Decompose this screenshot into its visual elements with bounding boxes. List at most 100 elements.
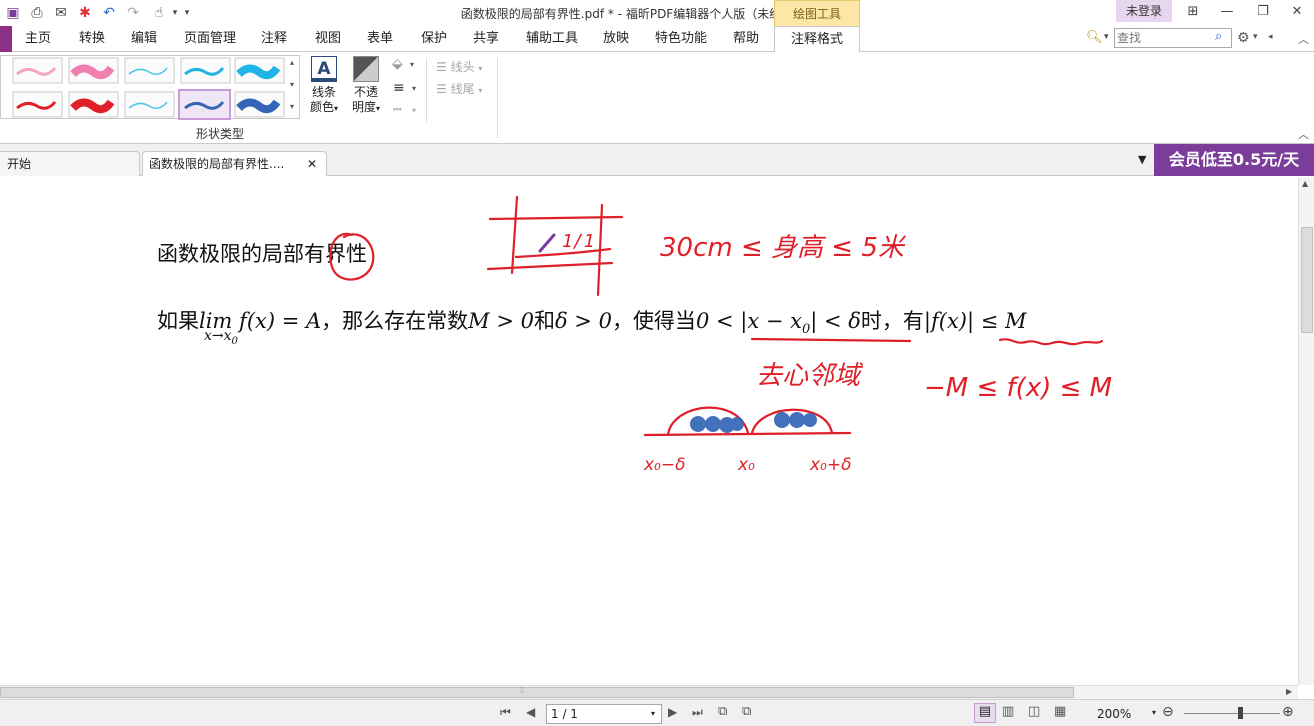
title-bar: ▣ ⎙ ✉ ✱ ↶ ↷ ☝ ▾ ▾ 函数极限的局部有界性.pdf * - 福昕P… <box>0 0 1314 26</box>
vertical-scroll-thumb[interactable] <box>1301 227 1313 333</box>
tab-view[interactable]: 视图 <box>306 26 350 52</box>
page-number-field[interactable]: 1 / 1 ▾ <box>546 704 662 724</box>
scroll-grip-icon: ⦙⦙ <box>520 686 525 696</box>
opacity-button[interactable]: 不透 明度▾ <box>346 56 386 116</box>
tab-page-management[interactable]: 页面管理 <box>176 26 244 52</box>
tab-slideshow[interactable]: 放映 <box>594 26 638 52</box>
zoom-slider-thumb[interactable] <box>1238 707 1243 719</box>
tab-current-document[interactable]: 函数极限的局部有界性.... ✕ <box>142 151 327 176</box>
ink-note-punctured-neighborhood: 去心邻域 <box>756 361 861 391</box>
swatch-red-thick[interactable] <box>68 91 119 118</box>
file-menu-button[interactable] <box>0 26 12 52</box>
tab-form[interactable]: 表单 <box>358 26 402 52</box>
restore-button[interactable]: ❐ <box>1250 2 1276 22</box>
next-page-icon[interactable]: ▶ <box>668 705 677 719</box>
tab-comment[interactable]: 注释 <box>252 26 296 52</box>
tab-annotation-format[interactable]: 注释格式 <box>774 26 860 53</box>
fill-color-dropdown-icon[interactable]: ▾ <box>410 60 414 69</box>
document-page[interactable]: 函数极限的局部有界性 如果lim f(x) = A，那么存在常数M > 0和δ … <box>0 177 1298 685</box>
zoom-in-icon[interactable]: ⊕ <box>1282 704 1294 720</box>
ink-annotations[interactable] <box>0 177 1298 685</box>
swatch-blue-thick[interactable] <box>234 91 285 118</box>
gallery-scroll-up-icon[interactable]: ▴ <box>290 58 294 67</box>
tab-list-dropdown-icon[interactable]: ▼ <box>1138 153 1146 166</box>
line-width-icon[interactable]: ≡ <box>393 80 405 96</box>
login-button[interactable]: 未登录 <box>1116 0 1172 22</box>
continuous-view-icon[interactable]: ▥ <box>1002 704 1014 719</box>
horizontal-scrollbar[interactable]: ⦙⦙ ▶ <box>0 685 1298 699</box>
facing-view-icon[interactable]: ◫ <box>1028 704 1040 719</box>
swatch-cyan-thin-2[interactable] <box>124 91 175 118</box>
search-icon[interactable]: ⌕ <box>1215 29 1222 44</box>
zoom-slider-track[interactable] <box>1184 713 1280 714</box>
ribbon-collapse-icon[interactable]: ︿ <box>1298 126 1309 142</box>
tab-home[interactable]: 主页 <box>16 26 60 52</box>
swatch-pink-thick[interactable] <box>68 57 119 84</box>
collapse-ribbon-icon[interactable]: ︿ <box>1298 31 1309 47</box>
swatch-blue-medium-selected[interactable] <box>178 89 231 120</box>
tab-edit[interactable]: 编辑 <box>122 26 166 52</box>
ink-box-text: 1/1 <box>562 231 595 252</box>
line-color-button[interactable]: A 线条 颜色▾ <box>304 56 344 116</box>
swatch-red-medium[interactable] <box>12 91 63 118</box>
ink-dot <box>705 416 721 432</box>
zoom-dropdown-icon[interactable]: ▾ <box>1152 708 1156 717</box>
ink-underline-interval <box>750 337 912 343</box>
tab-protect[interactable]: 保护 <box>412 26 456 52</box>
zoom-level[interactable]: 200% <box>1097 704 1131 724</box>
ribbon-divider <box>426 58 427 122</box>
search-input[interactable] <box>1117 30 1213 46</box>
swatch-cyan-thick[interactable] <box>234 57 285 84</box>
search-scope-dropdown-icon[interactable]: ▾ <box>1104 32 1109 42</box>
collapse-left-icon[interactable]: ◂ <box>1268 32 1273 42</box>
ink-dot <box>803 413 817 427</box>
tab-accessibility-tools[interactable]: 辅助工具 <box>520 26 584 52</box>
line-style-icon[interactable]: ┅ <box>393 102 401 118</box>
zoom-out-icon[interactable]: ⊖ <box>1162 704 1174 720</box>
ink-dot <box>789 412 805 428</box>
line-tail-button[interactable]: ☰ 线尾 ▾ <box>436 80 482 97</box>
scroll-right-icon[interactable]: ▶ <box>1286 687 1292 696</box>
scroll-up-icon[interactable]: ▲ <box>1302 179 1308 188</box>
tab-start[interactable]: 开始 <box>0 151 140 176</box>
gallery-expand-icon[interactable]: ▾ <box>290 102 294 111</box>
first-page-icon[interactable]: ⏮ <box>500 705 511 720</box>
swatch-cyan-medium[interactable] <box>180 57 231 84</box>
settings-dropdown-icon[interactable]: ▾ <box>1253 32 1258 42</box>
gallery-scroll-down-icon[interactable]: ▾ <box>290 80 294 89</box>
line-head-button[interactable]: ☰ 线头 ▾ <box>436 58 482 75</box>
membership-promo-button[interactable]: 会员低至0.5元/天 <box>1154 144 1314 176</box>
tab-share[interactable]: 共享 <box>464 26 508 52</box>
line-style-dropdown-icon[interactable]: ▾ <box>412 106 416 115</box>
search-box: ⌕ <box>1114 28 1232 48</box>
single-page-view-icon[interactable]: ▤ <box>974 703 996 723</box>
last-page-icon[interactable]: ⏭ <box>692 705 703 720</box>
line-width-dropdown-icon[interactable]: ▾ <box>412 84 416 93</box>
next-view-icon[interactable]: ⧉ <box>742 704 751 719</box>
ribbon-annotation-format: ▴ ▾ ▾ 形状类型 A 线条 颜色▾ 不透 明度▾ ⬙ ▾ ≡ ▾ ┅ ▾ ☰… <box>0 52 1314 144</box>
previous-view-icon[interactable]: ⧉ <box>718 704 727 719</box>
minimize-button[interactable]: — <box>1214 2 1240 22</box>
swatch-cyan-thin[interactable] <box>124 57 175 84</box>
page-dropdown-icon[interactable]: ▾ <box>651 705 655 723</box>
opacity-dropdown-icon: ▾ <box>376 104 381 113</box>
previous-page-icon[interactable]: ◀ <box>526 705 535 719</box>
ink-label-left: x₀−δ <box>644 455 686 475</box>
opacity-label-2: 明度 <box>351 100 376 114</box>
status-bar: ⏮ ◀ 1 / 1 ▾ ▶ ⏭ ⧉ ⧉ ▤ ▥ ◫ ▦ 200% ▾ ⊖ ⊕ <box>0 699 1314 726</box>
opacity-label-1: 不透 <box>353 85 378 99</box>
tab-current-label: 函数极限的局部有界性.... <box>149 157 285 171</box>
search-scope-icon[interactable]: 🔍︎ <box>1086 30 1103 45</box>
layout-icon[interactable]: ⊞ <box>1180 2 1206 22</box>
settings-gear-icon[interactable]: ⚙ <box>1237 30 1250 46</box>
tab-convert[interactable]: 转换 <box>70 26 114 52</box>
close-tab-icon[interactable]: ✕ <box>307 152 317 177</box>
horizontal-scroll-thumb[interactable] <box>0 687 1074 698</box>
continuous-facing-view-icon[interactable]: ▦ <box>1054 704 1066 719</box>
close-button[interactable]: ✕ <box>1284 2 1310 22</box>
tab-featured[interactable]: 特色功能 <box>648 26 714 52</box>
swatch-pink-thin[interactable] <box>12 57 63 84</box>
fill-color-icon[interactable]: ⬙ <box>392 56 403 72</box>
tab-help[interactable]: 帮助 <box>724 26 768 52</box>
vertical-scrollbar[interactable]: ▲ <box>1298 177 1314 685</box>
